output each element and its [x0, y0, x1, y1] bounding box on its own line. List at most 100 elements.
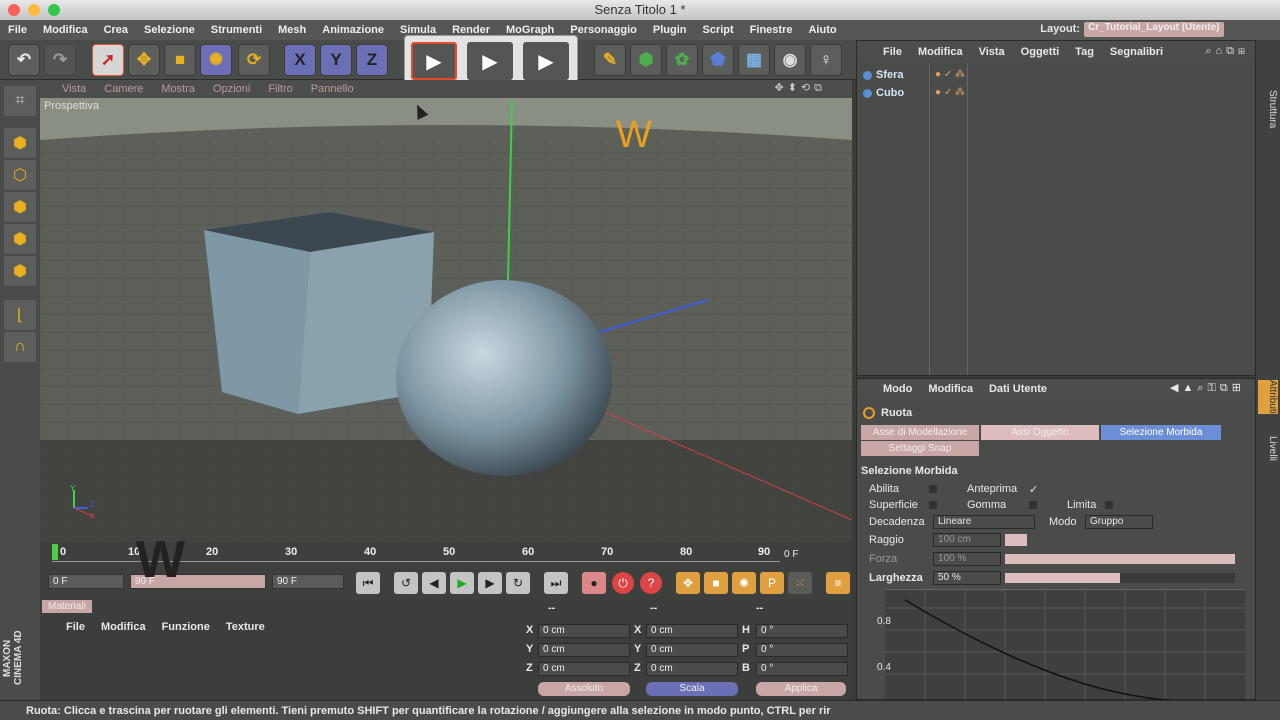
- primitive-cube-button[interactable]: ⬢: [630, 44, 662, 76]
- coord-size-dropdown[interactable]: Scala: [646, 682, 738, 696]
- forza-slider[interactable]: [1005, 554, 1235, 564]
- deformer-button[interactable]: ⬟: [702, 44, 734, 76]
- menu-plugin[interactable]: Plugin: [645, 24, 695, 36]
- close-window-button[interactable]: [8, 4, 20, 16]
- attr-menu-modo[interactable]: Modo: [883, 383, 912, 395]
- mat-menu-file[interactable]: File: [66, 621, 85, 633]
- y-axis-lock-button[interactable]: Y: [320, 44, 352, 76]
- attr-menu-modifica[interactable]: Modifica: [928, 383, 973, 395]
- visibility-flags-icon[interactable]: ● ✓ ⁂: [935, 69, 965, 80]
- menu-mesh[interactable]: Mesh: [270, 24, 314, 36]
- mat-menu-texture[interactable]: Texture: [226, 621, 265, 633]
- minimize-window-button[interactable]: [28, 4, 40, 16]
- menu-animazione[interactable]: Animazione: [314, 24, 392, 36]
- vp-menu-mostra[interactable]: Mostra: [161, 83, 195, 95]
- larghezza-field[interactable]: 50 %: [933, 571, 1001, 585]
- workplane-button[interactable]: ⌊: [4, 300, 36, 330]
- obj-menu-file[interactable]: File: [883, 46, 902, 58]
- go-to-end-button[interactable]: ⏭: [544, 572, 568, 594]
- next-key-button[interactable]: ↻: [506, 572, 530, 594]
- mat-menu-modifica[interactable]: Modifica: [101, 621, 146, 633]
- forza-field[interactable]: 100 %: [933, 552, 1001, 566]
- prev-frame-button[interactable]: ◀: [422, 572, 446, 594]
- snap-button[interactable]: ∩: [4, 332, 36, 362]
- vp-menu-opzioni[interactable]: Opzioni: [213, 83, 250, 95]
- key-rotation-button[interactable]: ✺: [732, 572, 756, 594]
- menu-script[interactable]: Script: [695, 24, 742, 36]
- side-tab-struttura[interactable]: Struttura: [1258, 90, 1278, 128]
- menu-strumenti[interactable]: Strumenti: [203, 24, 270, 36]
- points-mode-button[interactable]: ⬢: [4, 192, 36, 222]
- live-selection-button[interactable]: ➚: [92, 44, 124, 76]
- menu-file[interactable]: File: [0, 24, 35, 36]
- anteprima-checkbox[interactable]: ✓: [1029, 483, 1038, 496]
- obj-menu-vista[interactable]: Vista: [979, 46, 1005, 58]
- record-keys-button[interactable]: ●: [582, 572, 606, 594]
- vp-menu-pannello[interactable]: Pannello: [311, 83, 354, 95]
- menu-modifica[interactable]: Modifica: [35, 24, 96, 36]
- menu-crea[interactable]: Crea: [96, 24, 136, 36]
- menu-aiuto[interactable]: Aiuto: [800, 24, 844, 36]
- render-picture-viewer-button[interactable]: ▶: [467, 42, 513, 80]
- autokey-button[interactable]: ⏻: [612, 572, 634, 594]
- key-param-button[interactable]: P: [760, 572, 784, 594]
- side-tab-livelli[interactable]: Livelli: [1258, 436, 1278, 461]
- apply-button[interactable]: Applica: [756, 682, 846, 696]
- raggio-field[interactable]: 100 cm: [933, 533, 1001, 547]
- vp-menu-vista[interactable]: Vista: [62, 83, 86, 95]
- render-view-button[interactable]: ▶: [411, 42, 457, 80]
- layout-select[interactable]: Cr_Tutorial_Layout (Utente): [1084, 22, 1224, 37]
- size-z-field[interactable]: 0 cm: [646, 662, 738, 676]
- pos-x-field[interactable]: 0 cm: [538, 624, 630, 638]
- object-row-sfera[interactable]: Sfera: [863, 67, 904, 83]
- light-button[interactable]: ♀: [810, 44, 842, 76]
- recent-tool-button[interactable]: ⟳: [238, 44, 270, 76]
- rotate-tool-button[interactable]: ✺: [200, 44, 232, 76]
- visibility-flags-icon[interactable]: ● ✓ ⁂: [935, 87, 965, 98]
- move-tool-button[interactable]: ✥: [128, 44, 160, 76]
- maximize-window-button[interactable]: [48, 4, 60, 16]
- gomma-checkbox[interactable]: [1029, 501, 1037, 509]
- timeline-playhead[interactable]: [52, 544, 58, 560]
- viewport-nav-icons[interactable]: ✥⬍⟲⧉: [774, 81, 826, 95]
- obj-menu-tag[interactable]: Tag: [1075, 46, 1094, 58]
- texture-mode-button[interactable]: ⬡: [4, 160, 36, 190]
- tab-assi-oggetto[interactable]: Assi Oggetto: [981, 425, 1099, 440]
- next-frame-button[interactable]: ▶: [478, 572, 502, 594]
- materials-tab[interactable]: Materiali: [42, 600, 92, 613]
- rot-p-field[interactable]: 0 °: [756, 643, 848, 657]
- start-frame-field[interactable]: 0 F: [48, 574, 124, 589]
- larghezza-slider-track[interactable]: [1005, 573, 1235, 583]
- end-frame-field[interactable]: 90 F: [272, 574, 344, 589]
- abilita-checkbox[interactable]: [929, 485, 937, 493]
- model-mode-button[interactable]: ⬢: [4, 128, 36, 158]
- make-editable-button[interactable]: ⌗: [4, 86, 36, 116]
- superficie-checkbox[interactable]: [929, 501, 937, 509]
- timeline-menu-button[interactable]: ≡: [826, 572, 850, 594]
- raggio-slider[interactable]: [1005, 534, 1027, 546]
- obj-menu-segnalibri[interactable]: Segnalibri: [1110, 46, 1163, 58]
- edges-mode-button[interactable]: ⬢: [4, 224, 36, 254]
- coord-mode-dropdown[interactable]: Assoluto: [538, 682, 630, 696]
- redo-button[interactable]: ↷: [44, 44, 76, 76]
- z-axis-lock-button[interactable]: Z: [356, 44, 388, 76]
- modo-dropdown[interactable]: Gruppo: [1085, 515, 1153, 529]
- play-button[interactable]: ▶: [450, 572, 474, 594]
- spline-tool-button[interactable]: ✎: [594, 44, 626, 76]
- key-pla-button[interactable]: ⁙: [788, 572, 812, 594]
- key-position-button[interactable]: ✥: [676, 572, 700, 594]
- floor-button[interactable]: ▦: [738, 44, 770, 76]
- prev-key-button[interactable]: ↺: [394, 572, 418, 594]
- polygons-mode-button[interactable]: ⬢: [4, 256, 36, 286]
- tab-asse-modellazione[interactable]: Asse di Modellazione: [861, 425, 979, 440]
- key-scale-button[interactable]: ■: [704, 572, 728, 594]
- menu-finestre[interactable]: Finestre: [742, 24, 801, 36]
- x-axis-lock-button[interactable]: X: [284, 44, 316, 76]
- go-to-start-button[interactable]: ⏮: [356, 572, 380, 594]
- tab-selezione-morbida[interactable]: Selezione Morbida: [1101, 425, 1221, 440]
- side-tab-attributi[interactable]: Attributi: [1258, 380, 1278, 414]
- obj-menu-oggetti[interactable]: Oggetti: [1021, 46, 1060, 58]
- size-y-field[interactable]: 0 cm: [646, 643, 738, 657]
- falloff-graph[interactable]: 0.8 0.4: [877, 589, 1246, 703]
- decadenza-dropdown[interactable]: Lineare: [933, 515, 1035, 529]
